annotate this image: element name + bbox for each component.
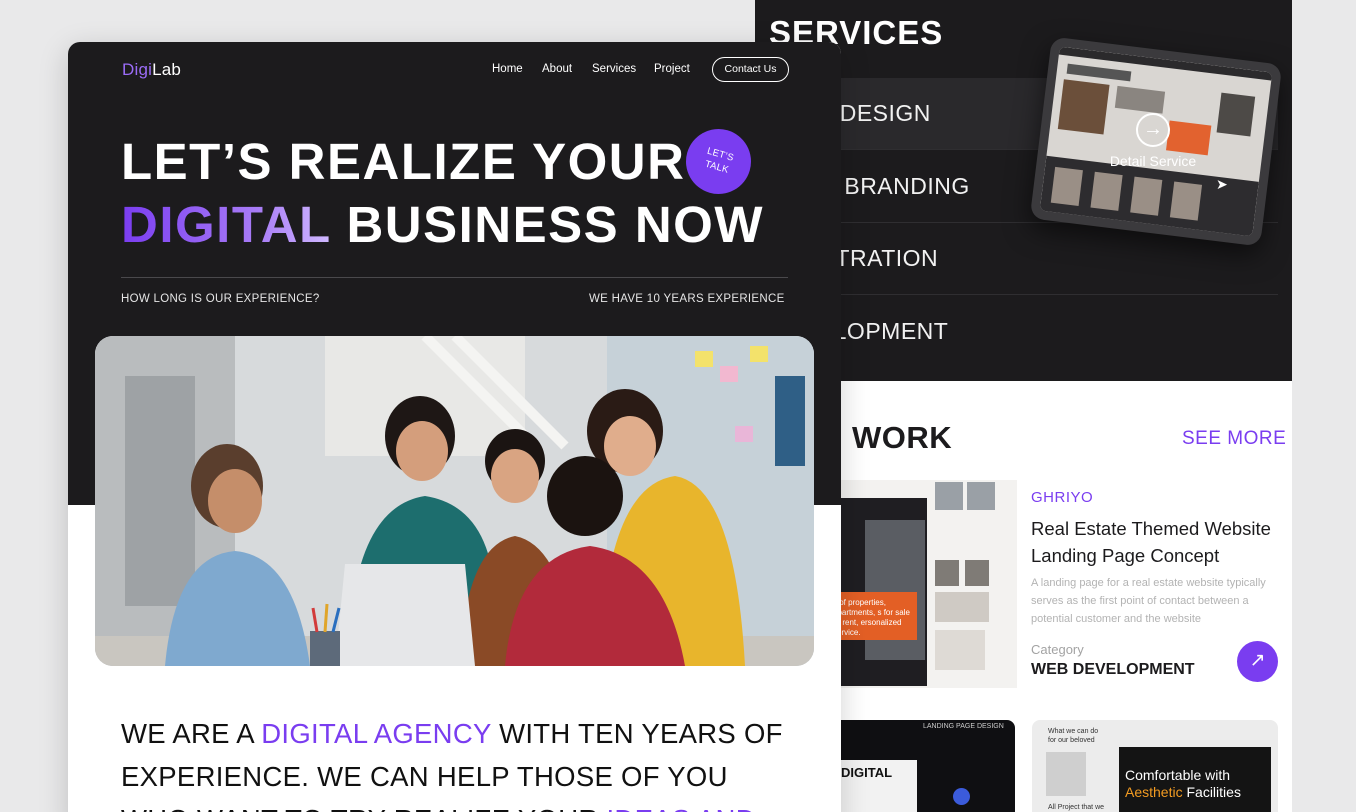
about-text-1: WE ARE A	[121, 718, 262, 749]
hero-headline-line2: DIGITAL BUSINESS NOW	[121, 195, 764, 254]
project-category-label: Category	[1031, 642, 1084, 657]
preview-card-highlight: Aesthetic	[1125, 784, 1183, 800]
detail-service-label: Detail Service	[1109, 153, 1197, 169]
preview-card-label: LANDING PAGE DESIGN	[923, 723, 1004, 730]
mockup-photo	[967, 482, 995, 510]
preview-card-footer: All Project that we	[1048, 804, 1105, 811]
mockup-photo	[1090, 171, 1123, 211]
experience-question: HOW LONG IS OUR EXPERIENCE?	[121, 293, 320, 305]
preview-card-heading-rest: Facilities	[1182, 784, 1241, 800]
nav-about[interactable]: About	[542, 63, 572, 75]
project-title[interactable]: Real Estate Themed Website Landing Page …	[1031, 515, 1281, 569]
mockup-heading	[1066, 63, 1132, 82]
nav-home[interactable]: Home	[492, 63, 523, 75]
preview-arrow-icon	[953, 788, 970, 805]
nav-services[interactable]: Services	[592, 63, 636, 75]
project-category-value: WEB DEVELOPMENT	[1031, 661, 1195, 678]
about-paragraph: WE ARE A DIGITAL AGENCY WITH TEN YEARS O…	[121, 712, 801, 812]
mockup-photo	[935, 560, 959, 586]
preview-card-heading: Comfortable with	[1125, 767, 1231, 783]
contact-us-button[interactable]: Contact Us	[712, 57, 789, 82]
project-preview-card[interactable]: LANDING PAGE DESIGN DIGITAL	[825, 720, 1015, 812]
mockup-banner-text: y of properties, apartments, s for sale …	[833, 598, 910, 637]
hero-headline-rest: BUSINESS NOW	[330, 196, 764, 253]
mockup-photo	[1114, 85, 1166, 114]
project-description: A landing page for a real estate website…	[1031, 577, 1266, 625]
see-more-link[interactable]: SEE MORE	[1182, 428, 1286, 450]
brand-logo[interactable]: DigiLab	[122, 60, 181, 80]
preview-card-heading-2: Aesthetic Facilities	[1125, 784, 1241, 800]
mockup-photo	[1130, 176, 1163, 216]
detail-service-button[interactable]: → Detail Service	[1073, 113, 1233, 169]
project-thumbnail[interactable]: y of properties, apartments, s for sale …	[825, 480, 1017, 688]
team-photo-illustration	[95, 336, 814, 666]
mockup-photo	[935, 482, 963, 510]
mockup-photo	[935, 630, 985, 670]
mockup-photo	[1169, 181, 1203, 221]
nav-project[interactable]: Project	[654, 63, 690, 75]
chair-image	[1046, 752, 1086, 796]
mockup-photo	[935, 592, 989, 622]
preview-card-caption: What we can do for our beloved	[1048, 728, 1099, 744]
arrow-right-icon: →	[1136, 113, 1170, 147]
preview-card-heading: DIGITAL	[841, 765, 893, 780]
mouse-cursor-icon: ➤	[1216, 176, 1228, 192]
project-preview-card[interactable]: What we can do for our beloved Comfortab…	[1032, 720, 1278, 812]
work-section-title: WORK	[852, 420, 953, 455]
mockup-photo	[1050, 166, 1083, 207]
hero-highlight: DIGITAL	[121, 196, 331, 253]
about-highlight-2: IDEAS AND	[606, 804, 755, 812]
logo-rest: Lab	[152, 60, 182, 79]
team-photo	[95, 336, 814, 666]
lets-talk-badge[interactable]: LET’S TALK	[678, 121, 759, 202]
about-highlight-1: DIGITAL AGENCY	[261, 718, 492, 749]
experience-answer: WE HAVE 10 YEARS EXPERIENCE	[589, 293, 785, 305]
mockup-photo	[965, 560, 989, 586]
arrow-up-right-icon[interactable]: ↗	[1237, 641, 1278, 682]
hero-headline-line1: LET’S REALIZE YOUR	[121, 133, 686, 190]
landing-page-card: DigiLab Home About Services Project Cont…	[68, 42, 841, 812]
logo-accent: Digi	[122, 60, 153, 79]
hero-divider	[121, 277, 788, 278]
project-brand: GHRIYO	[1031, 489, 1094, 506]
